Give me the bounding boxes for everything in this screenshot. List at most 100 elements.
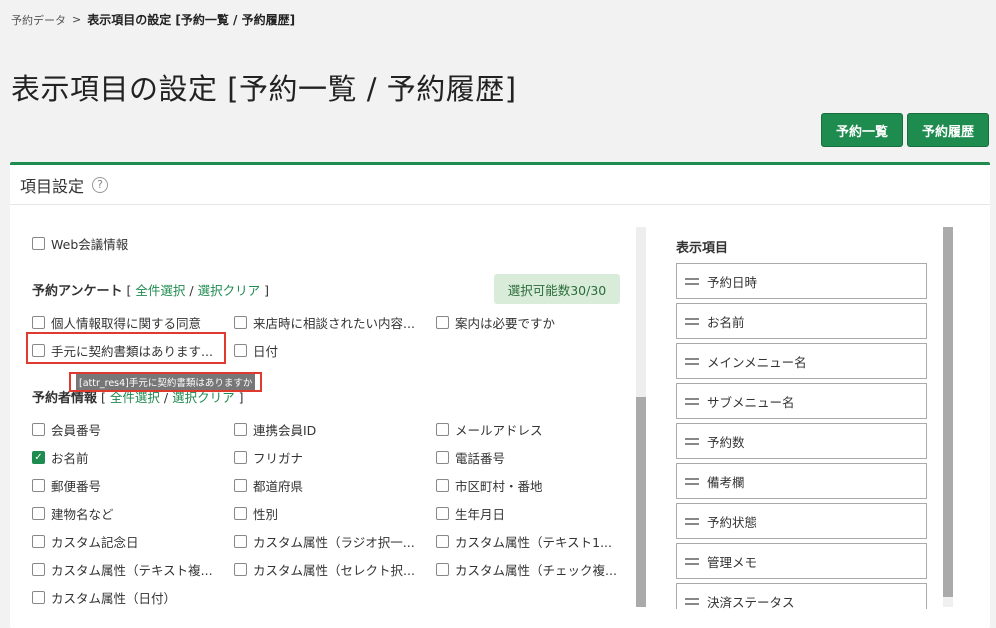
checkbox-box[interactable] [32,507,45,520]
checkbox-box[interactable] [32,423,45,436]
bracket-close: ] [264,283,270,298]
drag-handle-icon[interactable] [685,517,699,525]
checkbox-label: メールアドレス [455,423,543,438]
checkbox-booker-item[interactable]: 生年月日 [436,504,505,523]
checkbox-booker-item[interactable]: 建物名など [32,504,114,523]
checkbox-booker-item[interactable]: カスタム属性（チェック複... [436,560,617,579]
display-item[interactable]: 予約状態 [676,503,927,539]
drag-handle-icon[interactable] [685,277,699,285]
checkbox-label: カスタム属性（テキスト複... [51,563,213,578]
drag-handle-icon[interactable] [685,477,699,485]
checkbox-box[interactable] [32,535,45,548]
checkbox-box[interactable] [234,563,247,576]
survey-clear-link[interactable]: 選択クリア [198,280,261,299]
checkbox-box[interactable] [234,479,247,492]
checkbox-box[interactable] [32,563,45,576]
checkbox-box[interactable] [32,237,45,250]
checkbox-booker-item[interactable]: カスタム属性（ラジオ択一... [234,532,415,551]
breadcrumb-separator: > [72,13,82,26]
display-item-label: 予約数 [707,434,745,450]
checkbox-label: 市区町村・番地 [455,479,543,494]
right-scrollbar[interactable] [943,227,953,607]
checkbox-box[interactable] [436,507,449,520]
drag-handle-icon[interactable] [685,597,699,605]
checkbox-box[interactable] [234,344,247,357]
checkbox-booker-item[interactable]: フリガナ [234,448,303,467]
checkbox-label: 日付 [253,344,279,359]
display-item[interactable]: メインメニュー名 [676,343,927,379]
display-item[interactable]: サブメニュー名 [676,383,927,419]
checkbox-booker-item[interactable]: 会員番号 [32,420,101,439]
checkbox-box[interactable] [234,451,247,464]
checkbox-booker-item[interactable]: カスタム記念日 [32,532,139,551]
checkbox-box[interactable] [436,535,449,548]
display-item[interactable]: 管理メモ [676,543,927,579]
checkbox-booker-item[interactable]: 性別 [234,504,278,523]
checkbox-booker-item[interactable]: 郵便番号 [32,476,101,495]
display-item[interactable]: 予約数 [676,423,927,459]
display-items-title: 表示項目 [676,241,729,256]
checkbox-booker-item[interactable]: カスタム属性（セレクト択... [234,560,415,579]
checkbox-box[interactable] [32,479,45,492]
drag-handle-icon[interactable] [685,357,699,365]
checkbox-survey-item[interactable]: 来店時に相談されたい内容... [234,313,415,332]
checkbox-box[interactable] [234,316,247,329]
display-item[interactable]: お名前 [676,303,927,339]
drag-handle-icon[interactable] [685,437,699,445]
checkbox-booker-item[interactable]: カスタム属性（テキスト複... [32,560,213,579]
checkbox-box[interactable] [436,451,449,464]
left-scrollbar-thumb[interactable] [636,397,646,607]
drag-handle-icon[interactable] [685,317,699,325]
display-item[interactable]: 決済ステータス [676,583,927,609]
slash-divider: / [189,283,194,298]
checkbox-booker-item[interactable]: カスタム属性（テキスト1... [436,532,612,551]
display-item[interactable]: 備考欄 [676,463,927,499]
checkbox-label: フリガナ [253,451,304,466]
left-scrollbar[interactable] [636,227,646,607]
checkmark-icon[interactable]: ✓ [32,451,45,464]
right-scrollbar-thumb[interactable] [943,227,953,597]
checkbox-booker-item[interactable]: 電話番号 [436,448,505,467]
card-title: 項目設定 [20,176,85,196]
highlight-box [26,332,226,364]
checkbox-booker-item[interactable]: 市区町村・番地 [436,476,543,495]
checkbox-survey-item[interactable]: 個人情報取得に関する同意 [32,313,201,332]
display-items-list: 予約日時 お名前 メインメニュー名 サブメニュー名 予約数 備考欄 予約状態 管… [676,263,927,609]
checkbox-label: 生年月日 [455,507,506,522]
checkbox-label: 連携会員ID [253,423,317,438]
checkbox-label: お名前 [51,451,89,466]
checkbox-web-meeting[interactable]: Web会議情報 [32,234,128,253]
bracket-open: [ [126,283,132,298]
checkbox-box[interactable] [32,316,45,329]
display-item-label: サブメニュー名 [707,394,795,410]
display-item[interactable]: 予約日時 [676,263,927,299]
survey-select-all-link[interactable]: 全件選択 [135,280,185,299]
checkbox-box[interactable] [436,316,449,329]
display-item-label: 決済ステータス [707,594,795,610]
checkbox-booker-item[interactable]: 連携会員ID [234,420,316,439]
checkbox-box[interactable] [436,479,449,492]
checkbox-box[interactable] [234,423,247,436]
checkbox-booker-item[interactable]: メールアドレス [436,420,543,439]
checkbox-booker-item[interactable]: ✓ お名前 [32,448,89,467]
survey-section-title: 予約アンケート [ 全件選択 / 選択クリア ] [32,280,269,299]
checkbox-box[interactable] [436,563,449,576]
breadcrumb-parent-link[interactable]: 予約データ [11,12,66,28]
checkbox-box[interactable] [234,535,247,548]
checkbox-box[interactable] [436,423,449,436]
checkbox-booker-item[interactable]: カスタム属性（日付） [32,588,176,607]
checkbox-label: カスタム記念日 [51,535,139,550]
checkbox-box[interactable] [234,507,247,520]
checkbox-survey-item[interactable]: 案内は必要ですか [436,313,555,332]
checkbox-booker-item[interactable]: 都道府県 [234,476,303,495]
drag-handle-icon[interactable] [685,397,699,405]
breadcrumb-current: 表示項目の設定 [予約一覧 / 予約履歴] [87,13,296,27]
drag-handle-icon[interactable] [685,557,699,565]
checkbox-label: 来店時に相談されたい内容... [253,316,415,331]
checkbox-label: 案内は必要ですか [455,316,556,331]
reservation-history-button[interactable]: 予約履歴 [907,113,989,147]
help-icon[interactable]: ? [92,176,109,193]
reservation-list-button[interactable]: 予約一覧 [821,113,903,147]
checkbox-box[interactable] [32,591,45,604]
checkbox-survey-item[interactable]: 日付 [234,341,278,360]
